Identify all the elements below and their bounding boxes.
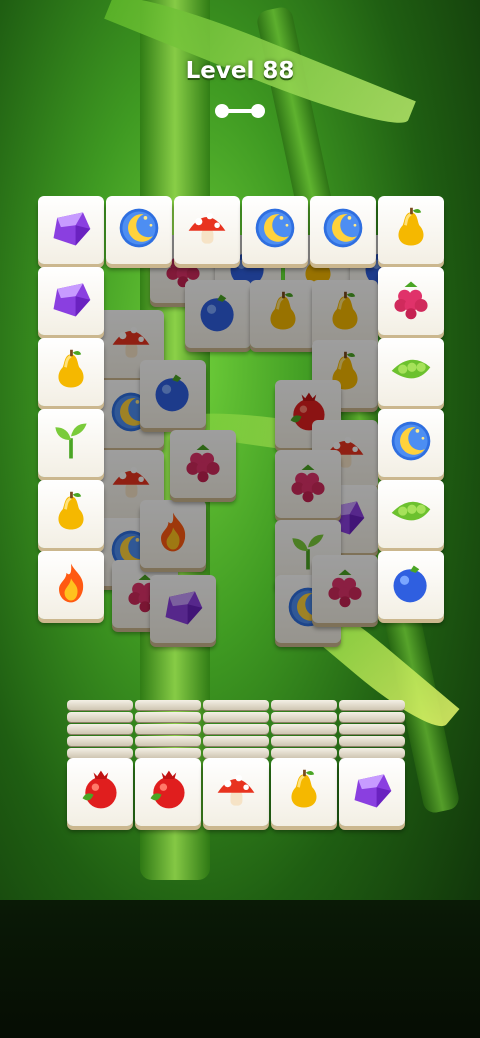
sprout-icon: [48, 418, 94, 468]
raspberry-icon: [180, 439, 226, 489]
mushroom-tile[interactable]: [203, 758, 269, 826]
gem-tile[interactable]: [38, 267, 104, 335]
gem-icon: [48, 276, 94, 326]
bottom-shade: [0, 900, 480, 1038]
level-progress-icon: [215, 104, 265, 118]
gem-tile[interactable]: [38, 196, 104, 264]
peas-tile[interactable]: [378, 480, 444, 548]
raspberry-tile: [275, 450, 341, 518]
level-title: Level 88: [185, 58, 295, 84]
blueberry-icon: [195, 289, 241, 339]
pear-icon: [48, 489, 94, 539]
blueberry-icon: [388, 560, 434, 610]
pear-tile[interactable]: [38, 480, 104, 548]
moon-icon: [388, 418, 434, 468]
mushroom-icon: [184, 205, 230, 255]
stacked-tile-layer: [203, 748, 269, 758]
stacked-tile-layer: [135, 712, 201, 722]
raspberry-icon: [388, 276, 434, 326]
pear-icon: [322, 289, 368, 339]
pear-tile: [312, 280, 378, 348]
mushroom-icon: [213, 767, 259, 817]
stacked-tile-layer: [67, 748, 133, 758]
pomegranate-tile[interactable]: [135, 758, 201, 826]
peas-icon: [388, 489, 434, 539]
gem-icon: [349, 767, 395, 817]
stacked-tile-layer: [135, 736, 201, 746]
blueberry-tile[interactable]: [378, 551, 444, 619]
pear-icon: [260, 289, 306, 339]
stacked-tile-layer: [67, 724, 133, 734]
gem-icon: [48, 205, 94, 255]
peas-icon: [388, 347, 434, 397]
pear-tile[interactable]: [271, 758, 337, 826]
raspberry-icon: [322, 564, 368, 614]
raspberry-tile: [170, 430, 236, 498]
mushroom-tile[interactable]: [174, 196, 240, 264]
pomegranate-icon: [77, 767, 123, 817]
pear-icon: [388, 205, 434, 255]
stacked-tile-layer: [135, 700, 201, 710]
blueberry-tile: [185, 280, 251, 348]
moon-icon: [320, 205, 366, 255]
gem-icon: [160, 584, 206, 634]
stacked-tile-layer: [271, 700, 337, 710]
pear-tile[interactable]: [38, 338, 104, 406]
moon-tile[interactable]: [106, 196, 172, 264]
stacked-tile-layer: [203, 724, 269, 734]
fire-icon: [48, 560, 94, 610]
pear-tile[interactable]: [378, 196, 444, 264]
blueberry-tile: [140, 360, 206, 428]
moon-icon: [116, 205, 162, 255]
stacked-tile-layer: [271, 736, 337, 746]
stacked-tile-layer: [339, 712, 405, 722]
stacked-tile-layer: [203, 700, 269, 710]
stacked-tile-layer: [339, 700, 405, 710]
moon-tile[interactable]: [310, 196, 376, 264]
pear-tile: [250, 280, 316, 348]
pomegranate-icon: [145, 767, 191, 817]
blueberry-icon: [150, 369, 196, 419]
stacked-tile-layer: [339, 736, 405, 746]
stacked-tile-layer: [67, 712, 133, 722]
raspberry-tile[interactable]: [378, 267, 444, 335]
moon-tile[interactable]: [378, 409, 444, 477]
stacked-tile-layer: [203, 736, 269, 746]
pear-icon: [48, 347, 94, 397]
raspberry-icon: [285, 459, 331, 509]
stacked-tile-layer: [271, 724, 337, 734]
stacked-tile-layer: [339, 724, 405, 734]
sprout-tile[interactable]: [38, 409, 104, 477]
peas-tile[interactable]: [378, 338, 444, 406]
stacked-tile-layer: [271, 748, 337, 758]
moon-tile[interactable]: [242, 196, 308, 264]
moon-icon: [252, 205, 298, 255]
fire-icon: [150, 509, 196, 559]
stacked-tile-layer: [271, 712, 337, 722]
stacked-tile-layer: [67, 736, 133, 746]
stacked-tile-layer: [203, 712, 269, 722]
raspberry-tile: [312, 555, 378, 623]
gem-tile[interactable]: [339, 758, 405, 826]
fire-tile: [140, 500, 206, 568]
stacked-tile-layer: [339, 748, 405, 758]
pear-icon: [281, 767, 327, 817]
gem-tile: [150, 575, 216, 643]
pomegranate-tile[interactable]: [67, 758, 133, 826]
stacked-tile-layer: [67, 700, 133, 710]
stacked-tile-layer: [135, 724, 201, 734]
fire-tile[interactable]: [38, 551, 104, 619]
stacked-tile-layer: [135, 748, 201, 758]
